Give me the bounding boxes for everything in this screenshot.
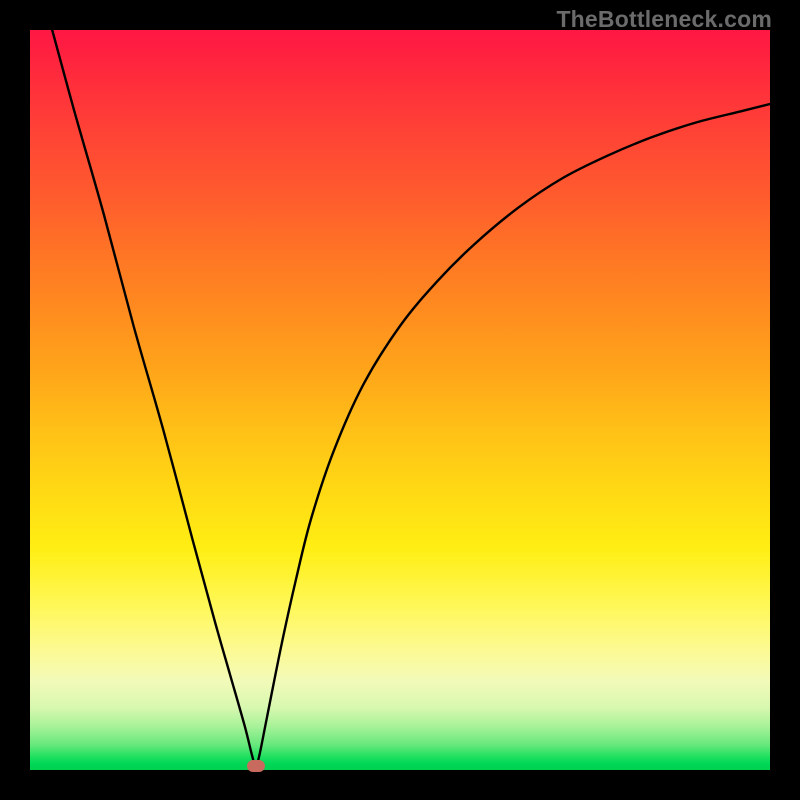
minimum-marker [247, 760, 265, 772]
watermark-text: TheBottleneck.com [556, 6, 772, 33]
chart-container: TheBottleneck.com [0, 0, 800, 800]
plot-area [30, 30, 770, 770]
bottleneck-curve [30, 30, 770, 770]
